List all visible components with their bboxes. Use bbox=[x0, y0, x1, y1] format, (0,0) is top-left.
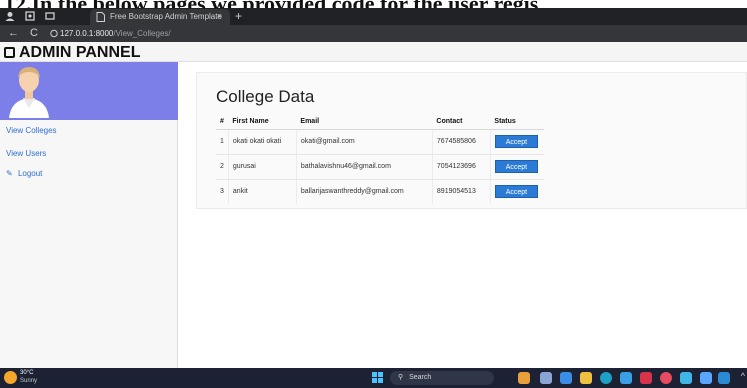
accept-button[interactable]: Accept bbox=[494, 160, 538, 173]
terminal-icon[interactable] bbox=[700, 372, 712, 384]
accept-button[interactable]: Accept bbox=[494, 185, 538, 199]
page-icon bbox=[96, 12, 105, 22]
url-host: 127.0.0.1:8000 bbox=[60, 29, 114, 38]
sidebar-item-view-colleges[interactable]: View Colleges bbox=[0, 123, 178, 139]
row-contact: 8919054513 bbox=[431, 178, 491, 204]
chat-icon[interactable] bbox=[560, 372, 572, 384]
task-view-icon[interactable] bbox=[540, 372, 552, 384]
file-explorer-icon[interactable] bbox=[580, 372, 592, 384]
taskbar-search[interactable]: ⚲ Search bbox=[390, 371, 494, 385]
sidebar-item-label: Logout bbox=[17, 169, 43, 178]
main-content: College Data # First Name Email Contact … bbox=[178, 62, 747, 368]
row-email: ballarijaswanthreddy@gmail.com bbox=[295, 178, 433, 204]
row-contact: 7674585806 bbox=[431, 128, 491, 154]
edge-browser-icon[interactable] bbox=[600, 372, 612, 384]
new-tab-button[interactable]: + bbox=[235, 9, 242, 23]
square-icon bbox=[4, 47, 15, 58]
row-name: ankit bbox=[227, 178, 297, 204]
row-status: Accept bbox=[489, 153, 545, 179]
brand-text: ADMIN PANNEL bbox=[19, 44, 141, 61]
avatar-panel bbox=[0, 62, 178, 120]
row-name: okati okati okati bbox=[227, 128, 297, 154]
brand[interactable]: ADMIN PANNEL bbox=[4, 44, 140, 62]
search-icon: ⚲ bbox=[398, 374, 404, 381]
page-header: ADMIN PANNEL bbox=[0, 42, 747, 62]
tab-close-icon[interactable]: × bbox=[217, 11, 222, 21]
row-status: Accept bbox=[489, 178, 545, 204]
edit-icon: ✎ bbox=[6, 169, 13, 178]
browser-tab[interactable]: Free Bootstrap Admin Template × bbox=[90, 9, 230, 25]
table-header-row: # First Name Email Contact Status bbox=[216, 115, 545, 130]
col-contact: Contact bbox=[432, 115, 491, 130]
row-number: 2 bbox=[216, 153, 229, 179]
college-table: # First Name Email Contact Status 1 okat… bbox=[216, 115, 545, 204]
sidebar-item-logout[interactable]: ✎ Logout bbox=[0, 166, 178, 182]
avatar bbox=[9, 67, 49, 118]
reload-icon[interactable]: C bbox=[30, 27, 38, 39]
address-bar: ← C 127.0.0.1:8000/View_Colleges/ bbox=[0, 25, 747, 42]
row-number: 3 bbox=[216, 178, 229, 204]
row-number: 1 bbox=[216, 128, 229, 154]
vscode-icon[interactable] bbox=[718, 372, 730, 384]
widget-app-icon[interactable] bbox=[518, 372, 530, 384]
back-icon[interactable]: ← bbox=[8, 27, 19, 39]
chevron-up-icon[interactable]: ^ bbox=[741, 371, 745, 381]
col-email: Email bbox=[296, 115, 433, 130]
content-panel: College Data # First Name Email Contact … bbox=[196, 72, 747, 209]
sidebar-item-label: View Users bbox=[6, 149, 47, 158]
workspaces-icon[interactable] bbox=[24, 10, 36, 22]
tab-title: Free Bootstrap Admin Template bbox=[110, 12, 222, 21]
accept-button[interactable]: Accept bbox=[494, 135, 538, 148]
col-number: # bbox=[216, 115, 229, 130]
search-label: Search bbox=[409, 374, 432, 381]
store-icon[interactable] bbox=[620, 372, 632, 384]
weather-temp: 30°C bbox=[20, 370, 34, 376]
windows-start-icon[interactable] bbox=[372, 372, 384, 384]
weather-desc: Sunny bbox=[20, 378, 38, 384]
taskbar: 30°C Sunny ⚲ Search ^ bbox=[0, 368, 747, 388]
url-path: /View_Colleges/ bbox=[113, 29, 171, 38]
url-field[interactable]: 127.0.0.1:8000/View_Colleges/ bbox=[60, 29, 171, 38]
site-info-icon[interactable] bbox=[50, 29, 58, 38]
opera-icon[interactable] bbox=[660, 372, 672, 384]
row-name: gurusai bbox=[227, 153, 297, 179]
row-status: Accept bbox=[489, 128, 545, 154]
sidebar-item-view-users[interactable]: View Users bbox=[0, 146, 178, 162]
page-title: College Data bbox=[216, 87, 315, 106]
sidebar: View Colleges View Users ✎ Logout bbox=[0, 62, 178, 368]
sidebar-item-label: View Colleges bbox=[6, 126, 57, 135]
col-status: Status bbox=[490, 115, 545, 130]
row-email: okati@gmail.com bbox=[295, 128, 433, 154]
row-contact: 7054123696 bbox=[431, 153, 491, 179]
table-row: 1 okati okati okati okati@gmail.com 7674… bbox=[216, 128, 545, 154]
profile-icon[interactable] bbox=[4, 10, 16, 22]
col-first-name: First Name bbox=[228, 115, 297, 130]
table-row: 3 ankit ballarijaswanthreddy@gmail.com 8… bbox=[216, 178, 545, 204]
table-row: 2 gurusai bathalavishnu46@gmail.com 7054… bbox=[216, 153, 545, 179]
row-email: bathalavishnu46@gmail.com bbox=[295, 153, 433, 179]
photos-icon[interactable] bbox=[680, 372, 692, 384]
tab-actions-icon[interactable] bbox=[44, 10, 56, 22]
browser-tab-bar: Free Bootstrap Admin Template × + bbox=[0, 8, 747, 25]
office-icon[interactable] bbox=[640, 372, 652, 384]
weather-sun-icon[interactable] bbox=[4, 371, 17, 384]
